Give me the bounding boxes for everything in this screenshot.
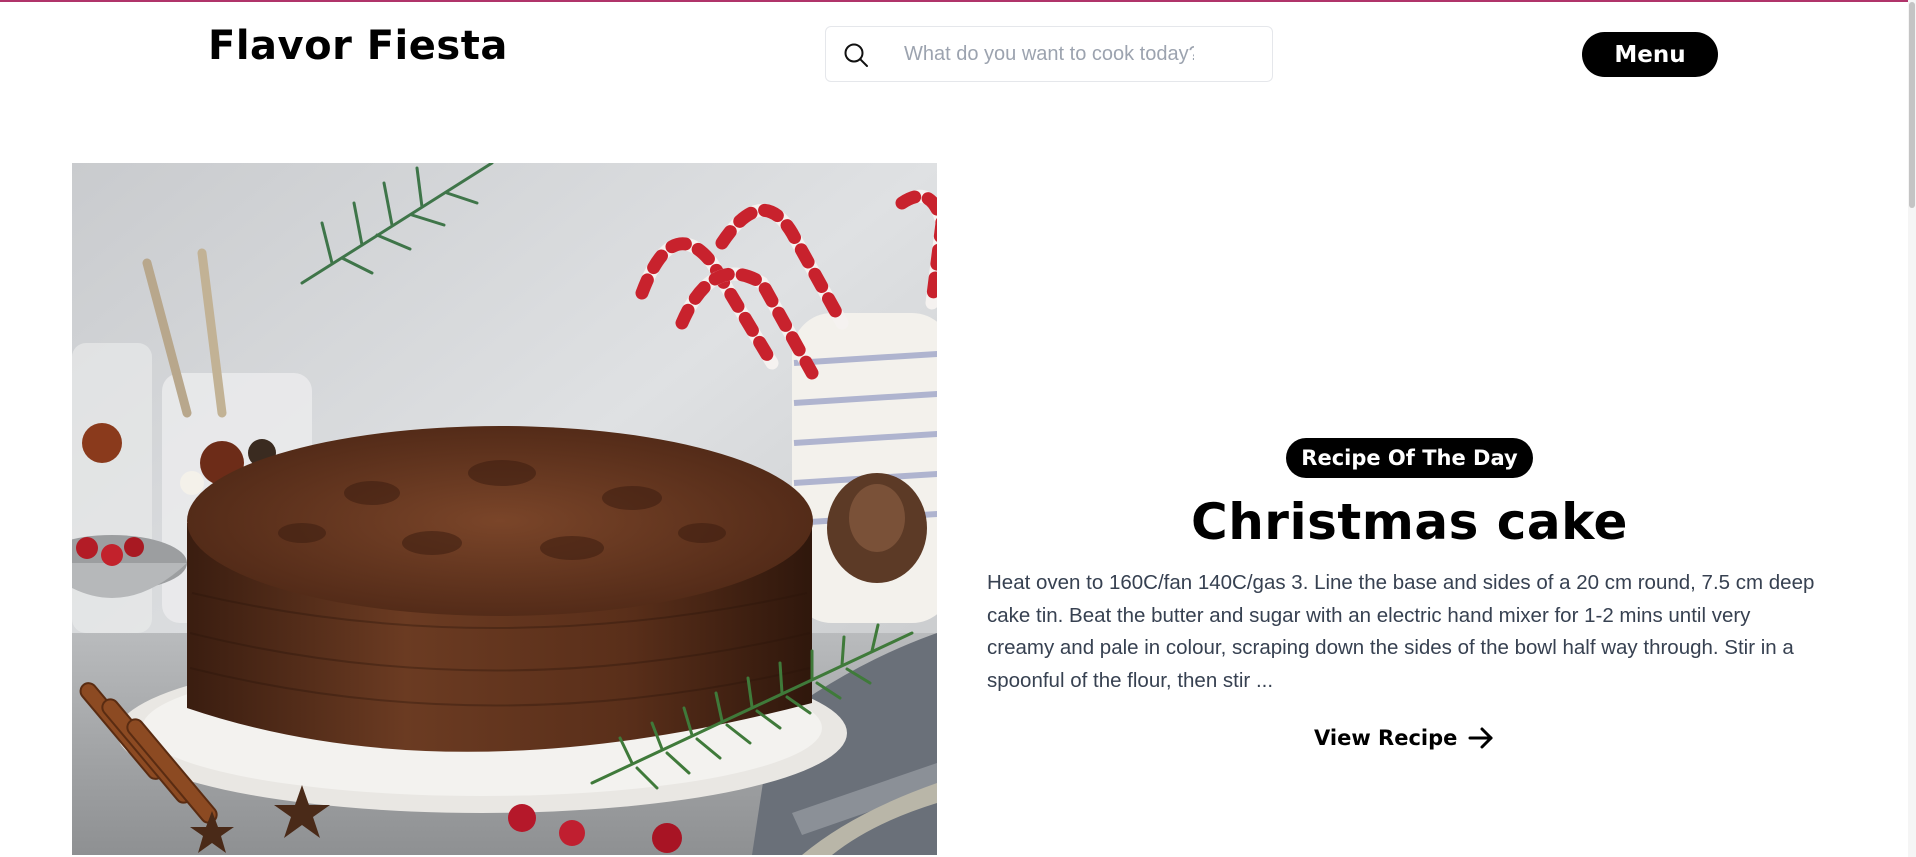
view-recipe-label: View Recipe (1314, 726, 1458, 750)
arrow-right-icon (1468, 727, 1493, 749)
menu-button[interactable]: Menu (1582, 32, 1718, 77)
recipe-of-the-day-badge: Recipe Of The Day (1286, 438, 1533, 478)
recipe-title: Christmas cake (1191, 493, 1628, 551)
scrollbar-thumb[interactable] (1909, 2, 1915, 208)
top-accent-line (0, 0, 1916, 2)
site-logo[interactable]: Flavor Fiesta (208, 18, 508, 74)
search-bar[interactable] (825, 26, 1273, 82)
search-icon (844, 43, 868, 67)
view-recipe-link[interactable]: View Recipe (1314, 720, 1495, 756)
search-input[interactable] (904, 37, 1194, 71)
recipe-description: Heat oven to 160C/fan 140C/gas 3. Line t… (987, 571, 1815, 692)
hero-image (72, 163, 937, 855)
